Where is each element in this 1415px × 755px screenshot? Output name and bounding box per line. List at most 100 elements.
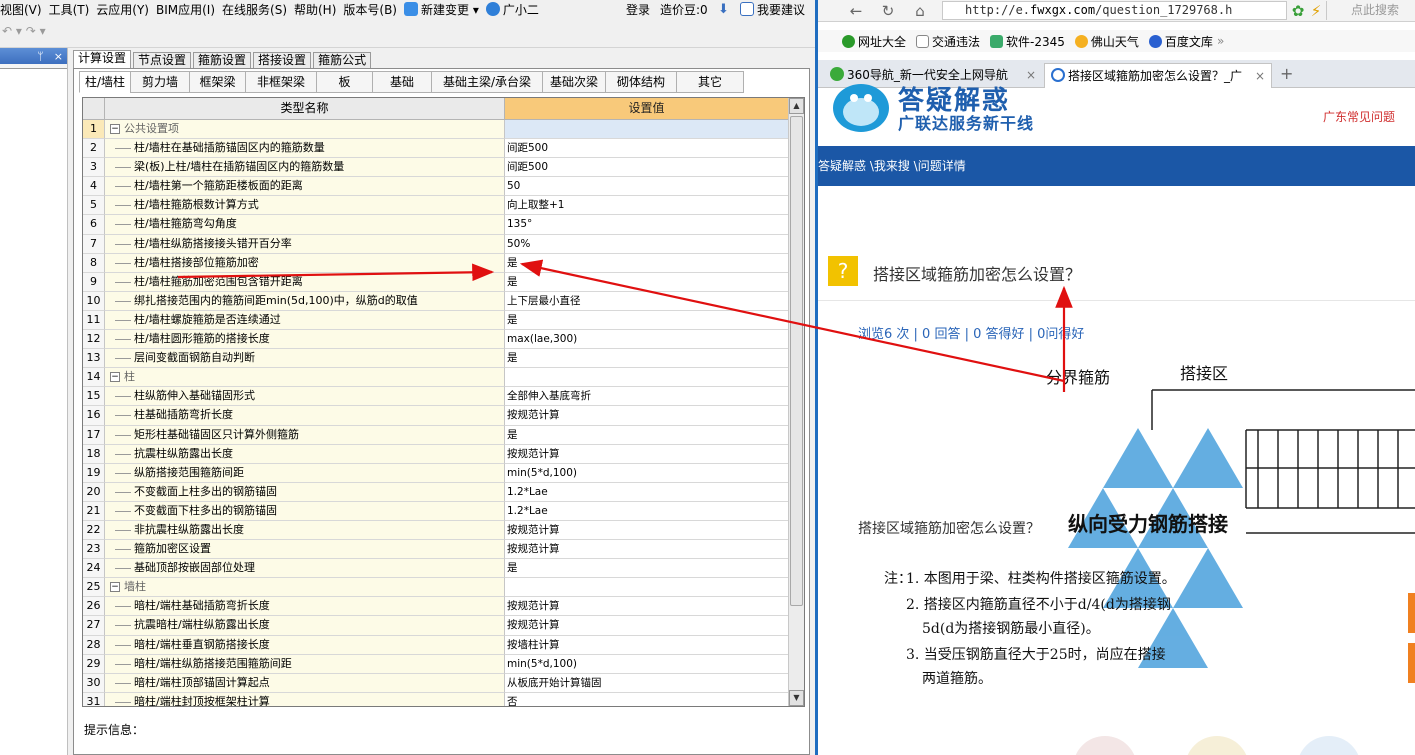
setting-value-cell[interactable]: 按规范计算 (505, 616, 788, 636)
refresh-icon[interactable]: ↻ (878, 2, 898, 20)
setting-name-cell[interactable]: 基础顶部按嵌固部位处理 (105, 559, 505, 579)
setting-value-cell[interactable]: 按规范计算 (505, 597, 788, 617)
group-row[interactable]: 14− 柱 (83, 368, 788, 388)
group-row[interactable]: 1− 公共设置项 (83, 120, 788, 140)
setting-value-cell[interactable]: 按墙柱计算 (505, 635, 788, 655)
table-row[interactable]: 9 柱/墙柱箍筋加密范围包含错开距离 是 (83, 272, 788, 292)
setting-name-cell[interactable]: 柱/墙柱圆形箍筋的搭接长度 (105, 330, 505, 350)
collapse-icon[interactable]: − (110, 124, 120, 134)
setting-name-cell[interactable]: 柱基础插筋弯折长度 (105, 406, 505, 426)
login-link[interactable]: 登录 (626, 0, 650, 18)
setting-value-cell[interactable]: 从板底开始计算锚固 (505, 673, 788, 693)
scroll-thumb[interactable] (790, 116, 803, 606)
setting-value-cell[interactable]: 间距500 (505, 139, 788, 159)
table-row[interactable]: 20 不变截面上柱多出的钢筋锚固 1.2*Lae (83, 482, 788, 502)
table-row[interactable]: 8 柱/墙柱搭接部位箍筋加密 是 (83, 253, 788, 273)
setting-name-cell[interactable]: 不变截面上柱多出的钢筋锚固 (105, 482, 505, 502)
assistant-button[interactable]: 广小二 (485, 1, 546, 18)
setting-name-cell[interactable]: 柱/墙柱箍筋弯勾角度 (105, 215, 505, 235)
subtab-shear-wall[interactable]: 剪力墙 (130, 71, 190, 93)
setting-value-cell[interactable]: min(5*d,100) (505, 463, 788, 483)
setting-value-cell[interactable]: 上下层最小直径 (505, 291, 788, 311)
setting-name-cell[interactable]: 纵筋搭接范围箍筋间距 (105, 463, 505, 483)
table-row[interactable]: 11 柱/墙柱螺旋箍筋是否连续通过 是 (83, 310, 788, 331)
back-icon[interactable]: ← (846, 2, 866, 20)
setting-name-cell[interactable]: 矩形柱基础锚固区只计算外侧箍筋 (105, 425, 505, 445)
fav-baidu-wenku[interactable]: 百度文库 » (1148, 33, 1224, 50)
fav-weather[interactable]: 佛山天气 (1074, 33, 1139, 50)
scroll-up-button[interactable]: ▲ (789, 98, 804, 114)
table-row[interactable]: 15 柱纵筋伸入基础锚固形式 全部伸入基底弯折 (83, 387, 788, 407)
browser-tab-question[interactable]: 搭接区域箍筋加密怎么设置？_广 × (1044, 63, 1272, 88)
subtab-foundation-secondary-beam[interactable]: 基础次梁 (542, 71, 606, 93)
setting-value-cell[interactable] (505, 120, 788, 140)
setting-name-cell[interactable]: 暗柱/端柱顶部锚固计算起点 (105, 673, 505, 693)
table-row[interactable]: 24 基础顶部按嵌固部位处理 是 (83, 559, 788, 579)
setting-value-cell[interactable]: 按规范计算 (505, 444, 788, 464)
fav-site-nav[interactable]: 网址大全 (842, 33, 906, 50)
setting-name-cell[interactable]: 绑扎搭接范围内的箍筋间距min(5d,100)中，纵筋d的取值 (105, 291, 505, 311)
setting-value-cell[interactable]: 1.2*Lae (505, 501, 788, 521)
column-header-name[interactable]: 类型名称 (105, 98, 505, 120)
new-change-button[interactable]: 新建变更 ▾ (404, 1, 486, 18)
download-icon[interactable]: ⬇ (718, 0, 729, 18)
table-row[interactable]: 22 非抗震柱纵筋露出长度 按规范计算 (83, 520, 788, 541)
setting-value-cell[interactable]: 否 (505, 692, 788, 706)
setting-name-cell[interactable]: 非抗震柱纵筋露出长度 (105, 520, 505, 541)
table-row[interactable]: 16 柱基础插筋弯折长度 按规范计算 (83, 406, 788, 426)
setting-name-cell[interactable]: 不变截面下柱多出的钢筋锚固 (105, 501, 505, 521)
setting-name-cell[interactable]: 暗柱/端柱垂直钢筋搭接长度 (105, 635, 505, 655)
tab-stirrup-settings[interactable]: 箍筋设置 (193, 52, 252, 68)
setting-name-cell[interactable]: 梁(板)上柱/墙柱在插筋锚固区内的箍筋数量 (105, 158, 505, 178)
setting-value-cell[interactable]: 是 (505, 425, 788, 445)
table-row[interactable]: 7 柱/墙柱纵筋搭接接头错开百分率 50% (83, 234, 788, 254)
suggest-button[interactable]: 我要建议 (740, 0, 805, 18)
subtab-non-frame-beam[interactable]: 非框架梁 (245, 71, 317, 93)
setting-name-cell[interactable]: − 公共设置项 (105, 120, 505, 140)
new-tab-icon[interactable]: + (1280, 64, 1293, 83)
scroll-down-button[interactable]: ▼ (789, 690, 804, 706)
setting-value-cell[interactable]: max(lae,300) (505, 330, 788, 350)
table-row[interactable]: 27 抗震暗柱/端柱纵筋露出长度 按规范计算 (83, 616, 788, 636)
home-icon[interactable]: ⌂ (910, 2, 930, 20)
setting-name-cell[interactable]: 抗震柱纵筋露出长度 (105, 444, 505, 464)
fav-traffic[interactable]: 交通违法 (916, 33, 980, 50)
setting-name-cell[interactable]: 柱/墙柱纵筋搭接接头错开百分率 (105, 234, 505, 254)
setting-value-cell[interactable]: 全部伸入基底弯折 (505, 387, 788, 407)
subtab-column[interactable]: 柱/墙柱 (79, 71, 131, 93)
close-tab-icon[interactable]: × (1255, 64, 1265, 88)
tab-calc-settings[interactable]: 计算设置 (73, 50, 132, 68)
setting-name-cell[interactable]: − 柱 (105, 368, 505, 388)
more-favorites-icon[interactable]: » (1217, 34, 1224, 48)
url-input[interactable]: http://e.fwxgx.com/question_1729768.h (942, 1, 1287, 20)
table-row[interactable]: 4 柱/墙柱第一个箍筋距楼板面的距离 50 (83, 177, 788, 197)
setting-value-cell[interactable] (505, 578, 788, 598)
table-row[interactable]: 19 纵筋搭接范围箍筋间距 min(5*d,100) (83, 463, 788, 483)
table-row[interactable]: 6 柱/墙柱箍筋弯勾角度 135° (83, 215, 788, 235)
setting-value-cell[interactable]: 按规范计算 (505, 520, 788, 541)
subtab-masonry[interactable]: 砌体结构 (605, 71, 677, 93)
setting-value-cell[interactable]: 是 (505, 272, 788, 292)
menu-help[interactable]: 帮助(H) (294, 1, 343, 18)
subtab-foundation[interactable]: 基础 (372, 71, 432, 93)
subtab-frame-beam[interactable]: 框架梁 (189, 71, 246, 93)
search-input[interactable]: 点此搜索 (1326, 1, 1415, 20)
setting-name-cell[interactable]: 柱/墙柱箍筋根数计算方式 (105, 196, 505, 216)
setting-value-cell[interactable]: 50 (505, 177, 788, 197)
collapse-icon[interactable]: − (110, 372, 120, 383)
setting-value-cell[interactable] (505, 368, 788, 388)
setting-value-cell[interactable]: 是 (505, 559, 788, 579)
lightning-icon[interactable]: ⚡ (1306, 2, 1326, 20)
fav-software[interactable]: 软件-2345 (990, 33, 1065, 50)
setting-name-cell[interactable]: 柱纵筋伸入基础锚固形式 (105, 387, 505, 407)
table-row[interactable]: 3 梁(板)上柱/墙柱在插筋锚固区内的箍筋数量 间距500 (83, 158, 788, 178)
share-icon[interactable] (1297, 736, 1361, 755)
table-row[interactable]: 31 暗柱/端柱封顶按框架柱计算 否 (83, 692, 788, 706)
subtab-foundation-main-beam[interactable]: 基础主梁/承台梁 (431, 71, 543, 93)
menu-version[interactable]: 版本号(B) (343, 1, 404, 18)
setting-value-cell[interactable]: 间距500 (505, 158, 788, 178)
setting-value-cell[interactable]: 135° (505, 215, 788, 235)
setting-name-cell[interactable]: 柱/墙柱第一个箍筋距楼板面的距离 (105, 177, 505, 197)
table-row[interactable]: 21 不变截面下柱多出的钢筋锚固 1.2*Lae (83, 501, 788, 521)
pin-icon[interactable]: ᛘ (37, 50, 44, 63)
